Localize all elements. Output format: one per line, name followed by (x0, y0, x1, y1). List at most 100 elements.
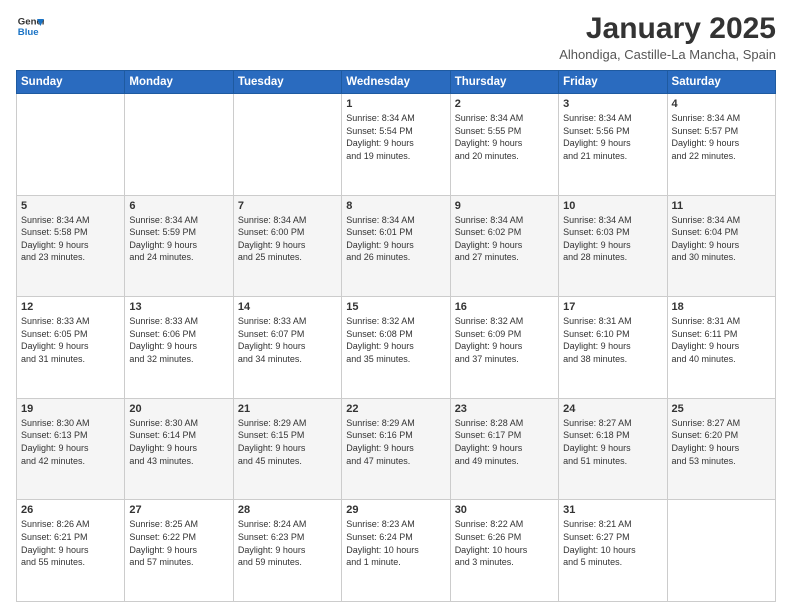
calendar-cell (667, 500, 775, 602)
calendar-week-row-2: 12Sunrise: 8:33 AM Sunset: 6:05 PM Dayli… (17, 297, 776, 399)
calendar-cell (125, 94, 233, 196)
calendar-cell: 2 Sunrise: 8:34 AM Sunset: 5:55 PM Daylig… (450, 94, 558, 196)
day-number: 17 (563, 301, 662, 313)
day-number: 10 (563, 200, 662, 212)
calendar-cell: 21Sunrise: 8:29 AM Sunset: 6:15 PM Dayli… (233, 398, 341, 500)
day-info: Sunrise: 8:33 AM Sunset: 6:07 PM Dayligh… (238, 315, 337, 365)
day-info: Sunrise: 8:32 AM Sunset: 6:09 PM Dayligh… (455, 315, 554, 365)
calendar-cell: 3 Sunrise: 8:34 AM Sunset: 5:56 PM Daylig… (559, 94, 667, 196)
day-info: Sunrise: 8:23 AM Sunset: 6:24 PM Dayligh… (346, 518, 445, 568)
day-info: Sunrise: 8:28 AM Sunset: 6:17 PM Dayligh… (455, 417, 554, 467)
day-number: 3 (563, 98, 662, 110)
svg-text:Blue: Blue (18, 27, 39, 38)
calendar-cell: 28 Sunrise: 8:24 AM Sunset: 6:23 PM Dayli… (233, 500, 341, 602)
day-info: Sunrise: 8:34 AM Sunset: 5:54 PM Dayligh… (346, 112, 445, 162)
day-info: Sunrise: 8:34 AM Sunset: 5:55 PM Dayligh… (455, 112, 554, 162)
calendar-cell (17, 94, 125, 196)
day-info: Sunrise: 8:30 AM Sunset: 6:14 PM Dayligh… (129, 417, 228, 467)
day-info: Sunrise: 8:30 AM Sunset: 6:13 PM Dayligh… (21, 417, 120, 467)
calendar-cell: 29 Sunrise: 8:23 AM Sunset: 6:24 PM Dayli… (342, 500, 450, 602)
day-number: 31 (563, 504, 662, 516)
day-info: Sunrise: 8:32 AM Sunset: 6:08 PM Dayligh… (346, 315, 445, 365)
day-info: Sunrise: 8:29 AM Sunset: 6:16 PM Dayligh… (346, 417, 445, 467)
day-number: 1 (346, 98, 445, 110)
day-number: 29 (346, 504, 445, 516)
calendar-header-row: Sunday Monday Tuesday Wednesday Thursday… (17, 71, 776, 94)
day-number: 30 (455, 504, 554, 516)
calendar-cell: 23Sunrise: 8:28 AM Sunset: 6:17 PM Dayli… (450, 398, 558, 500)
logo: General Blue (16, 12, 44, 40)
day-number: 6 (129, 200, 228, 212)
day-info: Sunrise: 8:34 AM Sunset: 5:57 PM Dayligh… (672, 112, 771, 162)
day-info: Sunrise: 8:27 AM Sunset: 6:18 PM Dayligh… (563, 417, 662, 467)
day-number: 20 (129, 403, 228, 415)
title-block: January 2025 Alhondiga, Castille-La Manc… (559, 12, 776, 62)
col-tuesday: Tuesday (233, 71, 341, 94)
calendar-cell: 12Sunrise: 8:33 AM Sunset: 6:05 PM Dayli… (17, 297, 125, 399)
calendar-cell: 30 Sunrise: 8:22 AM Sunset: 6:26 PM Dayli… (450, 500, 558, 602)
day-number: 27 (129, 504, 228, 516)
day-number: 28 (238, 504, 337, 516)
day-number: 21 (238, 403, 337, 415)
day-number: 9 (455, 200, 554, 212)
calendar-cell: 14Sunrise: 8:33 AM Sunset: 6:07 PM Dayli… (233, 297, 341, 399)
calendar-cell: 6 Sunrise: 8:34 AM Sunset: 5:59 PM Daylig… (125, 195, 233, 297)
day-number: 25 (672, 403, 771, 415)
day-info: Sunrise: 8:24 AM Sunset: 6:23 PM Dayligh… (238, 518, 337, 568)
day-number: 12 (21, 301, 120, 313)
calendar-cell: 7 Sunrise: 8:34 AM Sunset: 6:00 PM Daylig… (233, 195, 341, 297)
subtitle: Alhondiga, Castille-La Mancha, Spain (559, 47, 776, 62)
day-number: 22 (346, 403, 445, 415)
calendar-week-row-1: 5 Sunrise: 8:34 AM Sunset: 5:58 PM Daylig… (17, 195, 776, 297)
day-number: 7 (238, 200, 337, 212)
col-thursday: Thursday (450, 71, 558, 94)
calendar-cell: 15 Sunrise: 8:32 AM Sunset: 6:08 PM Dayli… (342, 297, 450, 399)
day-info: Sunrise: 8:26 AM Sunset: 6:21 PM Dayligh… (21, 518, 120, 568)
calendar-week-row-4: 26Sunrise: 8:26 AM Sunset: 6:21 PM Dayli… (17, 500, 776, 602)
day-info: Sunrise: 8:31 AM Sunset: 6:10 PM Dayligh… (563, 315, 662, 365)
day-info: Sunrise: 8:31 AM Sunset: 6:11 PM Dayligh… (672, 315, 771, 365)
calendar-cell: 27 Sunrise: 8:25 AM Sunset: 6:22 PM Dayli… (125, 500, 233, 602)
day-number: 4 (672, 98, 771, 110)
calendar-cell: 13Sunrise: 8:33 AM Sunset: 6:06 PM Dayli… (125, 297, 233, 399)
logo-icon: General Blue (16, 12, 44, 40)
day-info: Sunrise: 8:34 AM Sunset: 6:01 PM Dayligh… (346, 214, 445, 264)
day-info: Sunrise: 8:34 AM Sunset: 6:04 PM Dayligh… (672, 214, 771, 264)
col-sunday: Sunday (17, 71, 125, 94)
calendar-cell: 16 Sunrise: 8:32 AM Sunset: 6:09 PM Dayli… (450, 297, 558, 399)
col-saturday: Saturday (667, 71, 775, 94)
calendar-cell: 1 Sunrise: 8:34 AM Sunset: 5:54 PM Daylig… (342, 94, 450, 196)
day-info: Sunrise: 8:34 AM Sunset: 5:58 PM Dayligh… (21, 214, 120, 264)
day-info: Sunrise: 8:34 AM Sunset: 6:00 PM Dayligh… (238, 214, 337, 264)
day-number: 15 (346, 301, 445, 313)
day-info: Sunrise: 8:25 AM Sunset: 6:22 PM Dayligh… (129, 518, 228, 568)
day-info: Sunrise: 8:34 AM Sunset: 6:02 PM Dayligh… (455, 214, 554, 264)
calendar-cell: 20 Sunrise: 8:30 AM Sunset: 6:14 PM Dayli… (125, 398, 233, 500)
day-info: Sunrise: 8:33 AM Sunset: 6:06 PM Dayligh… (129, 315, 228, 365)
calendar-cell: 11Sunrise: 8:34 AM Sunset: 6:04 PM Dayli… (667, 195, 775, 297)
header: General Blue January 2025 Alhondiga, Cas… (16, 12, 776, 62)
calendar-table: Sunday Monday Tuesday Wednesday Thursday… (16, 70, 776, 602)
calendar-cell: 26Sunrise: 8:26 AM Sunset: 6:21 PM Dayli… (17, 500, 125, 602)
day-info: Sunrise: 8:34 AM Sunset: 5:56 PM Dayligh… (563, 112, 662, 162)
calendar-cell: 5 Sunrise: 8:34 AM Sunset: 5:58 PM Daylig… (17, 195, 125, 297)
col-friday: Friday (559, 71, 667, 94)
calendar-cell: 17 Sunrise: 8:31 AM Sunset: 6:10 PM Dayli… (559, 297, 667, 399)
calendar-cell: 22 Sunrise: 8:29 AM Sunset: 6:16 PM Dayli… (342, 398, 450, 500)
day-number: 18 (672, 301, 771, 313)
main-title: January 2025 (559, 12, 776, 45)
day-info: Sunrise: 8:22 AM Sunset: 6:26 PM Dayligh… (455, 518, 554, 568)
day-number: 5 (21, 200, 120, 212)
col-monday: Monday (125, 71, 233, 94)
calendar-cell: 31Sunrise: 8:21 AM Sunset: 6:27 PM Dayli… (559, 500, 667, 602)
calendar-cell: 24 Sunrise: 8:27 AM Sunset: 6:18 PM Dayli… (559, 398, 667, 500)
calendar-cell: 8Sunrise: 8:34 AM Sunset: 6:01 PM Daylig… (342, 195, 450, 297)
day-number: 2 (455, 98, 554, 110)
day-number: 24 (563, 403, 662, 415)
day-info: Sunrise: 8:34 AM Sunset: 6:03 PM Dayligh… (563, 214, 662, 264)
day-number: 16 (455, 301, 554, 313)
day-info: Sunrise: 8:34 AM Sunset: 5:59 PM Dayligh… (129, 214, 228, 264)
calendar-week-row-3: 19 Sunrise: 8:30 AM Sunset: 6:13 PM Dayli… (17, 398, 776, 500)
day-number: 19 (21, 403, 120, 415)
day-info: Sunrise: 8:27 AM Sunset: 6:20 PM Dayligh… (672, 417, 771, 467)
